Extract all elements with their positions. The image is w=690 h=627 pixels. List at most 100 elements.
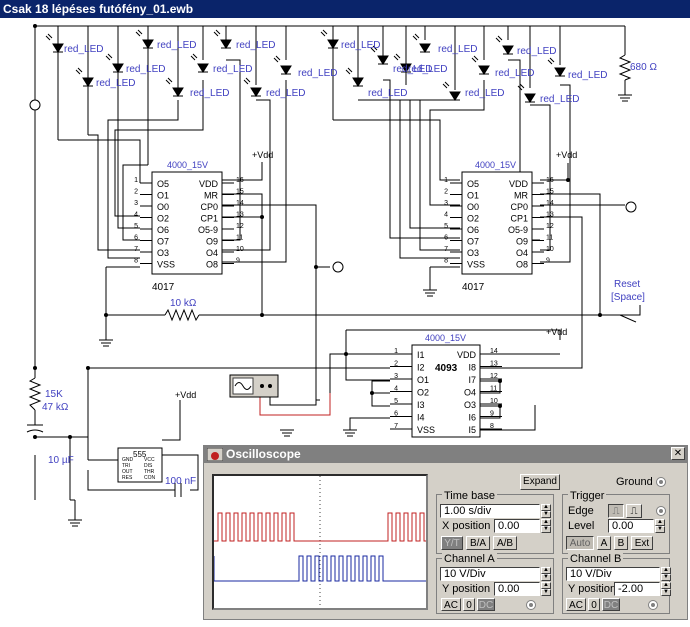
resistor-10k-label: 10 kΩ [170, 298, 197, 309]
trigger-ext-button[interactable]: Ext [631, 536, 653, 550]
pin-number: 14 [236, 200, 244, 207]
resistor-680-label: 680 Ω [630, 62, 657, 73]
pin-number: 9 [490, 411, 494, 418]
led-label-13: red_LED [438, 44, 477, 55]
led-19[interactable] [547, 57, 566, 77]
mode-ab-button[interactable]: A/B [493, 536, 517, 550]
pin-name: O8 [516, 260, 528, 270]
channel-b-scale-field[interactable]: 10 V/Div [566, 567, 660, 581]
chip-4017-right-name: 4017 [462, 282, 485, 293]
timebase-field[interactable]: 1.00 s/div [440, 504, 540, 518]
vdd-label-3: +Vdd [546, 327, 567, 337]
led-label-11: red_LED [368, 88, 407, 99]
ground-radio[interactable] [656, 477, 666, 487]
channel-b-radio[interactable] [648, 600, 658, 610]
pin-number: 8 [490, 423, 494, 430]
resistor-10k[interactable] [164, 308, 200, 322]
channel-a-ac-button[interactable]: AC [441, 598, 461, 611]
terminal-top[interactable] [29, 99, 41, 111]
cap-100n-label: 100 nF [165, 476, 196, 487]
led-10[interactable] [320, 29, 339, 49]
led-9[interactable] [273, 55, 292, 75]
terminal-mid[interactable] [332, 261, 344, 273]
chip-4093[interactable]: 4000_15V 4093 1 I1 2 I2 3 O1 4 O2 5 I3 6 I4 7 VSS 14 VD… [390, 333, 502, 438]
mode-yt-button[interactable]: Y/T [441, 536, 463, 550]
channel-b-scale-spinner[interactable]: ▲ ▼ [661, 567, 671, 581]
channel-a-scale-field[interactable]: 10 V/Div [440, 567, 540, 581]
pin-name: VSS [467, 260, 485, 270]
trigger-a-button[interactable]: A [597, 536, 611, 550]
xpos-spinner[interactable]: ▲ ▼ [541, 519, 551, 533]
reset-switch[interactable] [619, 314, 637, 323]
pin-number: 11 [236, 235, 243, 242]
channel-b-ac-button[interactable]: AC [566, 598, 586, 611]
pin-name: O2 [467, 214, 479, 224]
timer-555[interactable]: 555 GNDTRIOUTRESVCCDISTHRCON [117, 447, 163, 483]
led-1[interactable] [45, 33, 64, 53]
chip-4017-right[interactable]: 4000_15V 4017 1 O5 2 O1 3 O0 4 O2 5 O6 6 O7 7 O3 8 VSS 1… [444, 160, 554, 293]
pin-number: 6 [134, 235, 138, 242]
led-13[interactable] [412, 33, 431, 53]
terminal-right[interactable] [625, 201, 637, 213]
led-5[interactable] [165, 77, 184, 97]
channel-b-dc-button[interactable]: DC [602, 598, 620, 611]
pin-number: 12 [490, 373, 498, 380]
channel-a-ypos-field[interactable]: 0.00 [494, 582, 540, 596]
pin-name: O8 [206, 260, 218, 270]
pin-name: O6 [157, 225, 169, 235]
trigger-auto-button[interactable]: Auto [566, 536, 594, 550]
channel-a-radio[interactable] [526, 600, 536, 610]
pin-number: 1 [134, 177, 138, 184]
resistor-555[interactable] [28, 377, 42, 411]
pin-name: I2 [417, 363, 425, 373]
led-3[interactable] [105, 53, 124, 73]
level-field[interactable]: 0.00 [608, 519, 654, 533]
edge-rising-button[interactable]: ⎍ [608, 504, 624, 518]
pin-name: O1 [467, 191, 479, 201]
led-4[interactable] [135, 29, 154, 49]
pin-number: 2 [394, 361, 398, 368]
pin-name: O5-9 [508, 225, 528, 235]
led-2[interactable] [75, 67, 94, 87]
mode-ba-button[interactable]: B/A [466, 536, 490, 550]
channel-a-zero-button[interactable]: 0 [463, 598, 475, 611]
channel-b-ypos-field[interactable]: -2.00 [614, 582, 660, 596]
led-label-15: red_LED [465, 88, 504, 99]
pin-name: O1 [157, 191, 169, 201]
xpos-field[interactable]: 0.00 [494, 519, 540, 533]
pin-number: 9 [236, 258, 240, 265]
channel-a-scale-spinner[interactable]: ▲ ▼ [541, 567, 551, 581]
timebase-spinner[interactable]: ▲ ▼ [541, 504, 551, 518]
led-18[interactable] [517, 83, 536, 103]
channel-b-ypos-spinner[interactable]: ▲ ▼ [661, 582, 671, 596]
resistor-680[interactable] [618, 54, 632, 81]
led-label-19: red_LED [568, 70, 607, 81]
oscilloscope-window[interactable]: Oscilloscope ✕ Expand Ground Time base 1… [203, 445, 688, 620]
resistor-555-label-b: 47 kΩ [42, 402, 69, 413]
timebase-title: Time base [442, 490, 497, 502]
edge-radio[interactable] [656, 506, 666, 516]
expand-button[interactable]: Expand [520, 474, 560, 490]
led-11[interactable] [345, 67, 364, 87]
led-16[interactable] [471, 55, 490, 75]
channel-b-zero-button[interactable]: 0 [588, 598, 600, 611]
pin-name: O5 [157, 179, 169, 189]
led-15[interactable] [442, 81, 461, 101]
edge-falling-button[interactable]: ⎍ [626, 504, 642, 518]
channel-a-dc-button[interactable]: DC [477, 598, 495, 611]
pin-number: 3 [444, 200, 448, 207]
pin-number: 10 [546, 246, 554, 253]
pin-name: VDD [199, 179, 219, 189]
channel-a-ypos-spinner[interactable]: ▲ ▼ [541, 582, 551, 596]
timer-pin-name: RES [122, 475, 133, 481]
pin-name: CP0 [510, 202, 528, 212]
trigger-b-button[interactable]: B [614, 536, 628, 550]
pin-name: I8 [468, 363, 476, 373]
led-7[interactable] [213, 29, 232, 49]
level-spinner[interactable]: ▲ ▼ [655, 519, 665, 533]
close-button[interactable]: ✕ [671, 447, 685, 460]
oscilloscope-symbol[interactable] [229, 374, 279, 398]
led-8[interactable] [243, 77, 262, 97]
led-17[interactable] [495, 35, 514, 55]
led-6[interactable] [190, 53, 209, 73]
